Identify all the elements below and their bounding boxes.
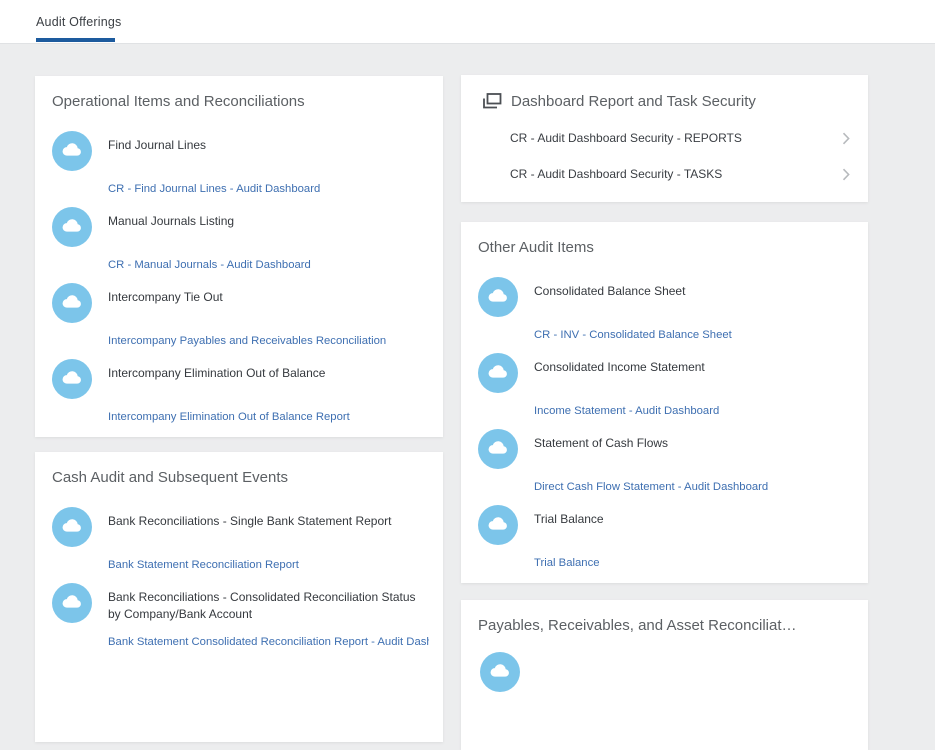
cloud-icon	[52, 507, 92, 547]
cloud-icon	[478, 505, 518, 545]
report-title: Manual Journals Listing	[108, 207, 234, 230]
report-title: Bank Reconciliations - Consolidated Reco…	[108, 583, 429, 624]
cloud-icon	[52, 207, 92, 247]
card-header: Dashboard Report and Task Security	[478, 92, 858, 110]
card-title: Operational Items and Reconciliations	[52, 93, 429, 111]
report-title: Intercompany Elimination Out of Balance	[108, 359, 325, 382]
layered-windows-icon	[481, 92, 502, 110]
report-link[interactable]: Bank Statement Reconciliation Report	[108, 559, 429, 571]
report-link[interactable]: Trial Balance	[534, 557, 854, 569]
report-link[interactable]: CR - Find Journal Lines - Audit Dashboar…	[108, 183, 429, 195]
partial-item	[480, 652, 854, 692]
report-title: Trial Balance	[534, 505, 604, 528]
cloud-icon	[52, 359, 92, 399]
report-title: Bank Reconciliations - Single Bank State…	[108, 507, 391, 530]
report-link[interactable]: Bank Statement Consolidated Reconciliati…	[108, 636, 429, 648]
card-cash-audit: Cash Audit and Subsequent Events Bank Re…	[35, 452, 443, 742]
left-column: Operational Items and Reconciliations Fi…	[35, 76, 443, 742]
list-item: Intercompany Elimination Out of Balance …	[52, 359, 429, 435]
tab-audit-offerings-label: Audit Offerings	[36, 15, 121, 29]
report-link[interactable]: CR - Manual Journals - Audit Dashboard	[108, 259, 429, 271]
card-operational-items: Operational Items and Reconciliations Fi…	[35, 76, 443, 437]
item-list: Consolidated Balance Sheet CR - INV - Co…	[478, 277, 854, 581]
cloud-icon	[480, 652, 520, 692]
report-link[interactable]: Income Statement - Audit Dashboard	[534, 405, 854, 417]
item-list: Bank Reconciliations - Single Bank State…	[52, 507, 429, 659]
list-item: Consolidated Balance Sheet CR - INV - Co…	[478, 277, 854, 353]
active-tab-underline	[36, 38, 115, 42]
report-link[interactable]: Intercompany Elimination Out of Balance …	[108, 411, 429, 423]
report-link[interactable]: CR - INV - Consolidated Balance Sheet	[534, 329, 854, 341]
security-row-label: CR - Audit Dashboard Security - TASKS	[510, 167, 722, 181]
list-item: Bank Reconciliations - Single Bank State…	[52, 507, 429, 583]
report-title: Consolidated Income Statement	[534, 353, 705, 376]
right-column: Dashboard Report and Task Security CR - …	[461, 75, 868, 750]
card-title: Payables, Receivables, and Asset Reconci…	[478, 617, 854, 635]
report-title: Consolidated Balance Sheet	[534, 277, 685, 300]
security-row-list: CR - Audit Dashboard Security - REPORTS …	[510, 120, 858, 192]
security-row-reports[interactable]: CR - Audit Dashboard Security - REPORTS	[510, 120, 858, 156]
list-item: Manual Journals Listing CR - Manual Jour…	[52, 207, 429, 283]
cloud-icon	[478, 277, 518, 317]
list-item: Statement of Cash Flows Direct Cash Flow…	[478, 429, 854, 505]
cloud-icon	[52, 583, 92, 623]
tab-bar: Audit Offerings	[0, 0, 935, 44]
security-row-tasks[interactable]: CR - Audit Dashboard Security - TASKS	[510, 156, 858, 192]
report-title: Find Journal Lines	[108, 131, 206, 154]
card-dashboard-security: Dashboard Report and Task Security CR - …	[461, 75, 868, 202]
security-row-label: CR - Audit Dashboard Security - REPORTS	[510, 131, 742, 145]
cloud-icon	[478, 353, 518, 393]
list-item: Trial Balance Trial Balance	[478, 505, 854, 581]
card-title: Other Audit Items	[478, 239, 854, 257]
cloud-icon	[478, 429, 518, 469]
report-link[interactable]: Direct Cash Flow Statement - Audit Dashb…	[534, 481, 854, 493]
card-title: Cash Audit and Subsequent Events	[52, 469, 429, 487]
cloud-icon	[52, 283, 92, 323]
list-item: Intercompany Tie Out Intercompany Payabl…	[52, 283, 429, 359]
card-title: Dashboard Report and Task Security	[511, 93, 756, 110]
list-item: Find Journal Lines CR - Find Journal Lin…	[52, 131, 429, 207]
item-list: Find Journal Lines CR - Find Journal Lin…	[52, 131, 429, 435]
cloud-icon	[52, 131, 92, 171]
report-title: Statement of Cash Flows	[534, 429, 668, 452]
card-other-audit-items: Other Audit Items Consolidated Balance S…	[461, 222, 868, 583]
card-payables-receivables: Payables, Receivables, and Asset Reconci…	[461, 600, 868, 750]
list-item: Bank Reconciliations - Consolidated Reco…	[52, 583, 429, 659]
report-title: Intercompany Tie Out	[108, 283, 223, 306]
report-link[interactable]: Intercompany Payables and Receivables Re…	[108, 335, 429, 347]
chevron-right-icon	[842, 168, 858, 181]
chevron-right-icon	[842, 132, 858, 145]
list-item: Consolidated Income Statement Income Sta…	[478, 353, 854, 429]
